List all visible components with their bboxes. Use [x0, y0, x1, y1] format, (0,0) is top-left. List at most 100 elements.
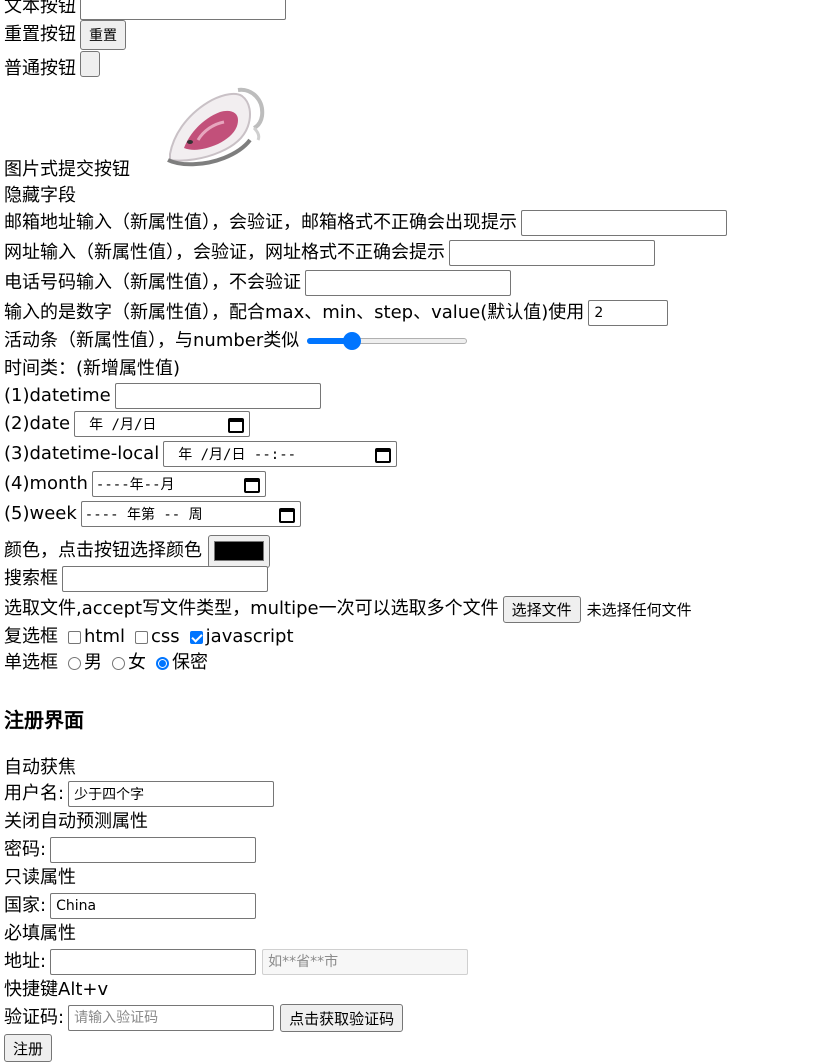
plain-button-label: 普通按钮 [4, 58, 76, 79]
email-label: 邮箱地址输入（新属性值），会验证，邮箱格式不正确会出现提示 [4, 212, 517, 233]
file-row: 选取文件,accept写文件类型，multipe一次可以选取多个文件 选择文件 … [4, 595, 692, 623]
required-note: 必填属性 [4, 923, 76, 944]
reset-button[interactable]: 重置 [80, 20, 126, 50]
password-label: 密码: [4, 839, 47, 860]
radio-group-label: 单选框 [4, 652, 58, 673]
autofocus-note-row: 自动获焦 [4, 755, 76, 781]
accesskey-note: 快捷键Alt+v [4, 979, 109, 1000]
verification-code-field[interactable] [68, 1005, 275, 1031]
country-field[interactable] [50, 893, 257, 919]
checkbox-row: 复选框 html css javascript [4, 624, 294, 650]
reset-row: 重置按钮 重置 [4, 20, 126, 50]
address-label: 地址: [4, 951, 47, 972]
autofocus-note: 自动获焦 [4, 757, 76, 778]
username-field[interactable] [68, 781, 275, 807]
url-row: 网址输入（新属性值），会验证，网址格式不正确会提示 [4, 240, 655, 266]
code-row: 验证码: 点击获取验证码 [4, 1004, 404, 1032]
number-field[interactable] [588, 300, 669, 326]
search-input[interactable] [62, 566, 268, 592]
readonly-note: 只读属性 [4, 867, 76, 888]
radio-row: 单选框 男 女 保密 [4, 650, 208, 676]
month-field[interactable]: ----年--月 [91, 471, 266, 497]
search-row: 搜索框 [4, 566, 268, 592]
checkbox-html[interactable] [68, 630, 81, 644]
date-value: 年 /月/日 [89, 417, 157, 433]
calendar-icon[interactable] [374, 446, 392, 463]
time-group-label: 时间类：(新增属性值) [4, 358, 181, 379]
email-field[interactable] [521, 210, 727, 236]
week-field[interactable]: ---- 年第 -- 周 [80, 501, 301, 527]
datetime-local-field[interactable]: 年 /月/日 --:-- [163, 441, 398, 467]
text-input[interactable] [80, 0, 286, 20]
address-row: 地址: [4, 949, 469, 975]
color-label: 颜色，点击按钮选择颜色 [4, 540, 202, 561]
reset-label: 重置按钮 [4, 24, 76, 45]
radio-secret[interactable] [156, 656, 169, 670]
required-note-row: 必填属性 [4, 921, 76, 947]
plain-button-row: 普通按钮 [4, 51, 100, 82]
datetime-local-value: 年 /月/日 --:-- [178, 447, 297, 463]
calendar-icon[interactable] [243, 476, 260, 493]
url-field[interactable] [449, 240, 655, 266]
checkbox-javascript-label: javascript [205, 626, 294, 647]
date-label: (2)date [4, 413, 71, 434]
number-label: 输入的是数字（新属性值），配合max、min、step、value(默认值)使用 [4, 302, 585, 323]
address-disabled-field [262, 949, 469, 975]
week-value: ---- 年第 -- 周 [84, 507, 203, 523]
text-field-label: 文本按钮 [4, 0, 76, 17]
password-field[interactable] [50, 837, 257, 863]
choose-file-button[interactable]: 选择文件 [502, 595, 581, 623]
url-label: 网址输入（新属性值），会验证，网址格式不正确会提示 [4, 242, 445, 263]
text-field-row: 文本按钮 [4, 0, 286, 20]
checkbox-css-label: css [151, 626, 180, 647]
datetime-field[interactable] [114, 383, 321, 409]
range-label: 活动条（新属性值），与number类似 [4, 330, 300, 351]
plain-button[interactable] [80, 51, 100, 77]
accesskey-note-row: 快捷键Alt+v [4, 977, 108, 1003]
register-submit-button[interactable]: 注册 [4, 1034, 53, 1062]
submit-row: 注册 [4, 1034, 53, 1062]
autocomplete-note-row: 关闭自动预测属性 [4, 809, 148, 835]
calendar-icon[interactable] [278, 506, 295, 523]
radio-male-label: 男 [84, 652, 102, 673]
datetime-local-row: (3)datetime-local 年 /月/日 --:-- [4, 441, 398, 467]
datetime-label: (1)datetime [4, 385, 111, 406]
tel-row: 电话号码输入（新属性值），不会验证 [4, 270, 511, 296]
autocomplete-note: 关闭自动预测属性 [4, 811, 148, 832]
checkbox-css[interactable] [135, 630, 149, 644]
address-field[interactable] [50, 949, 257, 975]
country-row: 国家: [4, 893, 257, 919]
date-field[interactable]: 年 /月/日 [74, 411, 251, 437]
radio-secret-label: 保密 [172, 652, 208, 673]
username-label: 用户名: [4, 783, 65, 804]
week-label: (5)week [4, 503, 77, 524]
slider-thumb[interactable] [343, 332, 362, 350]
image-submit-label: 图片式提交按钮 [4, 159, 130, 180]
clothes-iron-icon[interactable] [160, 82, 272, 174]
time-group-row: 时间类：(新增属性值) [4, 356, 180, 382]
file-status: 未选择任何文件 [586, 600, 692, 619]
email-row: 邮箱地址输入（新属性值），会验证，邮箱格式不正确会出现提示 [4, 210, 727, 236]
country-label: 国家: [4, 895, 47, 916]
color-picker-button[interactable] [208, 534, 270, 568]
hidden-field-row: 隐藏字段 [4, 183, 76, 209]
password-row: 密码: [4, 837, 257, 863]
month-label: (4)month [4, 473, 88, 494]
tel-field[interactable] [305, 270, 511, 296]
range-row: 活动条（新属性值），与number类似 [4, 328, 468, 354]
datetime-row: (1)datetime [4, 383, 321, 409]
register-heading: 注册界面 [4, 708, 84, 732]
number-row: 输入的是数字（新属性值），配合max、min、step、value(默认值)使用 [4, 300, 669, 326]
radio-female[interactable] [112, 656, 125, 670]
radio-male[interactable] [68, 656, 81, 670]
image-submit-row: 图片式提交按钮 [4, 80, 304, 186]
calendar-icon[interactable] [227, 416, 245, 433]
month-row: (4)month ----年--月 [4, 471, 266, 497]
get-code-button[interactable]: 点击获取验证码 [280, 1004, 404, 1032]
color-swatch [214, 541, 264, 561]
code-label: 验证码: [4, 1007, 65, 1028]
checkbox-javascript[interactable] [189, 630, 203, 644]
datetime-local-label: (3)datetime-local [4, 443, 160, 464]
range-slider[interactable] [307, 331, 468, 351]
hidden-field-label: 隐藏字段 [4, 185, 76, 206]
